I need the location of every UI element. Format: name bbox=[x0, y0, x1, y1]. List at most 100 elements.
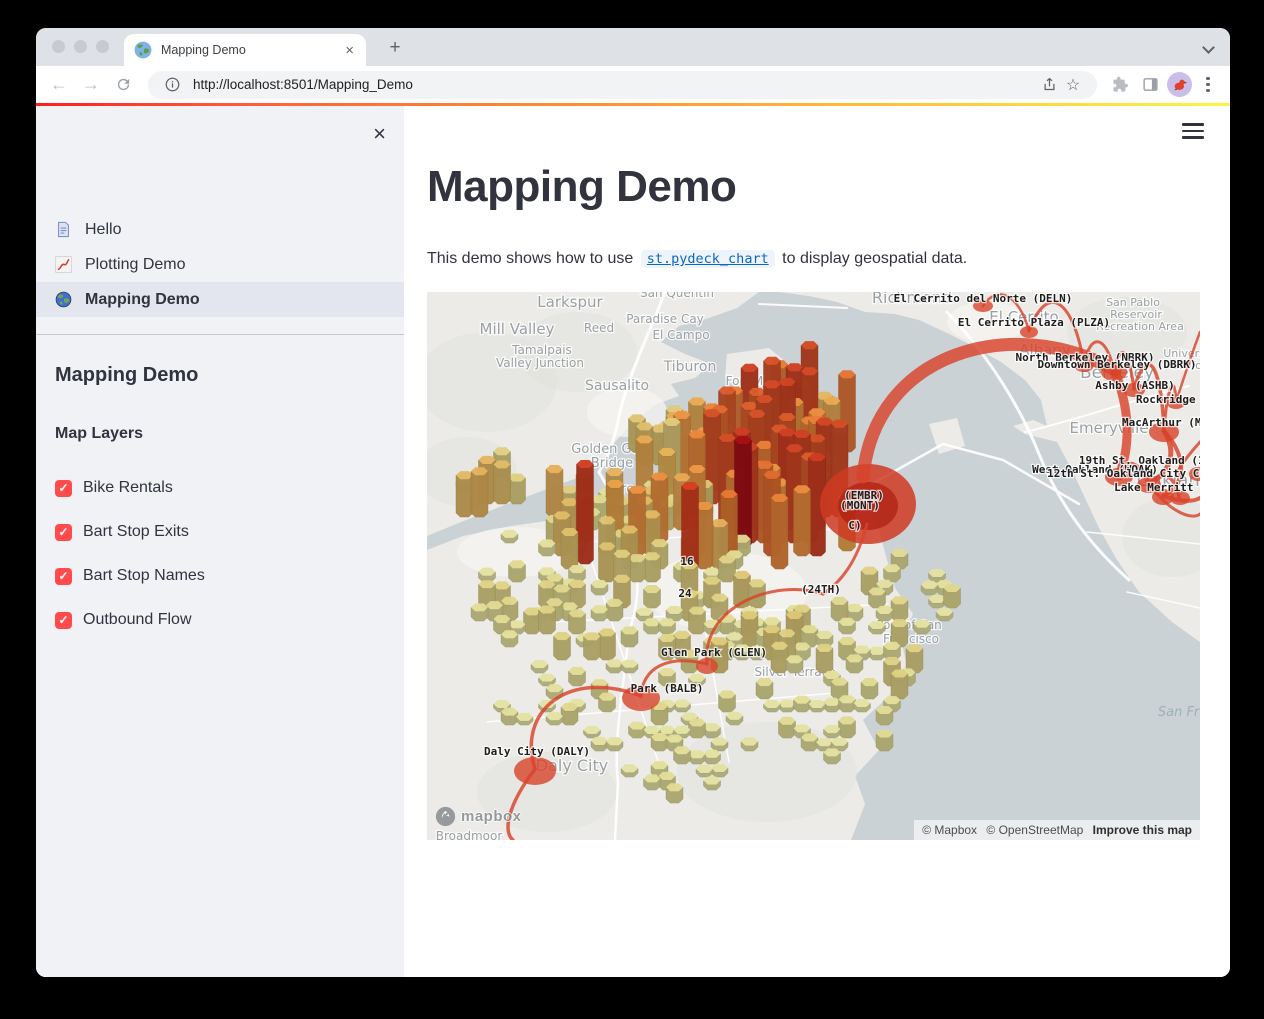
svg-text:16: 16 bbox=[680, 555, 694, 568]
svg-text:Valley Junction: Valley Junction bbox=[496, 356, 584, 370]
svg-text:Paradise Cay: Paradise Cay bbox=[626, 312, 704, 326]
browser-tab[interactable]: Mapping Demo × bbox=[124, 34, 366, 66]
url-text[interactable]: http://localhost:8501/Mapping_Demo bbox=[193, 77, 1037, 92]
mapbox-wordmark: mapbox bbox=[461, 808, 522, 825]
svg-text:Reed: Reed bbox=[584, 321, 614, 335]
sidebar-divider bbox=[36, 334, 404, 335]
svg-text:San Francisco: San Francisco bbox=[1158, 705, 1200, 720]
layer-row-bart-stop-names: ✓ Bart Stop Names bbox=[55, 554, 205, 598]
checkbox-checked-icon[interactable]: ✓ bbox=[55, 612, 72, 629]
browser-menu-kebab-icon[interactable] bbox=[1196, 73, 1220, 97]
svg-text:Lake Merritt (LAKE): Lake Merritt (LAKE) bbox=[1114, 481, 1200, 494]
svg-text:Tiburon: Tiburon bbox=[663, 359, 717, 375]
svg-text:Larkspur: Larkspur bbox=[537, 293, 603, 311]
svg-text:Sausalito: Sausalito bbox=[585, 378, 649, 394]
svg-text:24: 24 bbox=[678, 587, 692, 600]
svg-text:(MONT): (MONT) bbox=[840, 499, 880, 512]
main-content: Mapping Demo This demo shows how to use … bbox=[404, 106, 1230, 977]
reload-button[interactable] bbox=[110, 72, 136, 98]
svg-text:Mill Valley: Mill Valley bbox=[480, 320, 555, 338]
layer-row-bike-rentals: ✓ Bike Rentals bbox=[55, 466, 205, 510]
checkbox-checked-icon[interactable]: ✓ bbox=[55, 568, 72, 585]
globe-icon bbox=[55, 291, 73, 309]
sidebar-nav-item-mapping-demo[interactable]: Mapping Demo bbox=[36, 282, 404, 317]
share-icon[interactable] bbox=[1037, 73, 1061, 97]
svg-text:Rockridge (ROCK): Rockridge (ROCK) bbox=[1136, 393, 1200, 406]
layer-checkbox-group: ✓ Bike Rentals ✓ Bart Stop Exits ✓ Bart Stop … bbox=[55, 466, 205, 642]
nav-item-label: Plotting Demo bbox=[85, 256, 186, 274]
forward-button[interactable]: → bbox=[78, 72, 104, 98]
mapbox-attribution-link[interactable]: © Mapbox bbox=[922, 823, 977, 837]
browser-toolbar: ← → http://localhost:8501/Mapping_Demo ☆ bbox=[36, 66, 1230, 103]
mapbox-logo[interactable]: mapbox bbox=[435, 806, 522, 827]
svg-text:Broadmoor: Broadmoor bbox=[436, 829, 503, 840]
svg-text:San Quentin: San Quentin bbox=[640, 292, 714, 300]
layer-label[interactable]: Bart Stop Exits bbox=[83, 523, 189, 541]
bird-icon bbox=[1172, 77, 1188, 93]
window-close-button[interactable] bbox=[52, 40, 65, 53]
svg-text:El Cerrito del Norte (DELN): El Cerrito del Norte (DELN) bbox=[894, 292, 1073, 305]
pydeck-chart-doc-link[interactable]: st.pydeck_chart bbox=[641, 250, 775, 268]
svg-text:Ashby (ASHB): Ashby (ASHB) bbox=[1095, 379, 1174, 392]
svg-text:Tamalpais: Tamalpais bbox=[511, 343, 572, 357]
intro-text: This demo shows how to use st.pydeck_cha… bbox=[427, 250, 967, 268]
sidebar-title: Mapping Demo bbox=[55, 364, 198, 387]
tab-favicon-globe-icon bbox=[134, 41, 152, 59]
svg-text:Glen Park (GLEN): Glen Park (GLEN) bbox=[661, 646, 767, 659]
layer-label[interactable]: Bart Stop Names bbox=[83, 567, 205, 585]
sidebar: × Hello Plotting Demo Mapping Demo Mapping… bbox=[36, 106, 404, 977]
page-info-icon[interactable] bbox=[160, 73, 184, 97]
page-icon bbox=[55, 221, 73, 239]
layer-row-outbound-flow: ✓ Outbound Flow bbox=[55, 598, 205, 642]
checkbox-checked-icon[interactable]: ✓ bbox=[55, 524, 72, 541]
toolbar-right-icons bbox=[1107, 72, 1220, 98]
sidebar-close-icon[interactable]: × bbox=[373, 123, 386, 145]
layer-label[interactable]: Bike Rentals bbox=[83, 479, 173, 497]
svg-text:El Cerrito Plaza (PLZA): El Cerrito Plaza (PLZA) bbox=[958, 316, 1110, 329]
side-panel-icon[interactable] bbox=[1137, 72, 1163, 98]
svg-text:Downtown Berkeley (DBRK): Downtown Berkeley (DBRK) bbox=[1038, 358, 1197, 371]
streamlit-app: × Hello Plotting Demo Mapping Demo Mapping… bbox=[36, 106, 1230, 977]
svg-text:Daly City (DALY): Daly City (DALY) bbox=[484, 745, 590, 758]
sidebar-nav-item-plotting-demo[interactable]: Plotting Demo bbox=[36, 247, 404, 282]
window-zoom-button[interactable] bbox=[96, 40, 109, 53]
improve-map-link[interactable]: Improve this map bbox=[1093, 823, 1192, 837]
tab-title: Mapping Demo bbox=[161, 43, 343, 57]
back-button[interactable]: ← bbox=[46, 72, 72, 98]
new-tab-button[interactable]: + bbox=[382, 35, 408, 61]
tab-close-icon[interactable]: × bbox=[343, 41, 356, 60]
address-bar[interactable]: http://localhost:8501/Mapping_Demo ☆ bbox=[148, 71, 1097, 99]
bookmark-star-icon[interactable]: ☆ bbox=[1061, 73, 1085, 97]
page-title: Mapping Demo bbox=[427, 162, 736, 212]
osm-attribution-link[interactable]: © OpenStreetMap bbox=[986, 823, 1083, 837]
svg-text:MacArthur (MCAR): MacArthur (MCAR) bbox=[1122, 416, 1200, 429]
map-attribution: © Mapbox © OpenStreetMap Improve this ma… bbox=[914, 820, 1200, 840]
window-controls bbox=[52, 40, 109, 53]
mapbox-logo-icon bbox=[435, 806, 456, 827]
layer-label[interactable]: Outbound Flow bbox=[83, 611, 192, 629]
sidebar-nav-item-hello[interactable]: Hello bbox=[36, 212, 404, 247]
svg-text:El Campo: El Campo bbox=[652, 328, 709, 342]
browser-window: Mapping Demo × + ← → http://localhost:85… bbox=[36, 28, 1230, 977]
layer-row-bart-stop-exits: ✓ Bart Stop Exits bbox=[55, 510, 205, 554]
extensions-puzzle-icon[interactable] bbox=[1107, 72, 1133, 98]
map-layers-heading: Map Layers bbox=[55, 425, 143, 443]
svg-text:(24TH): (24TH) bbox=[801, 583, 841, 596]
checkbox-checked-icon[interactable]: ✓ bbox=[55, 480, 72, 497]
chart-icon bbox=[55, 256, 73, 274]
window-minimize-button[interactable] bbox=[74, 40, 87, 53]
svg-text:Park (BALB): Park (BALB) bbox=[631, 682, 704, 695]
browser-tab-strip: Mapping Demo × + bbox=[36, 28, 1230, 66]
sidebar-nav: Hello Plotting Demo Mapping Demo bbox=[36, 212, 404, 317]
nav-item-label: Hello bbox=[85, 221, 121, 239]
reload-icon bbox=[115, 76, 132, 93]
svg-text:C): C) bbox=[848, 519, 861, 532]
intro-prefix: This demo shows how to use bbox=[427, 250, 633, 267]
nav-item-label: Mapping Demo bbox=[85, 291, 200, 309]
app-menu-hamburger-icon[interactable] bbox=[1182, 123, 1204, 139]
profile-avatar[interactable] bbox=[1167, 72, 1192, 97]
tab-search-chevron-icon[interactable] bbox=[1204, 42, 1214, 52]
intro-suffix: to display geospatial data. bbox=[782, 250, 967, 267]
pydeck-map[interactable]: San QuentinLarkspurRichmondSan PabloRese… bbox=[427, 292, 1200, 840]
map-canvas: San QuentinLarkspurRichmondSan PabloRese… bbox=[427, 292, 1200, 840]
